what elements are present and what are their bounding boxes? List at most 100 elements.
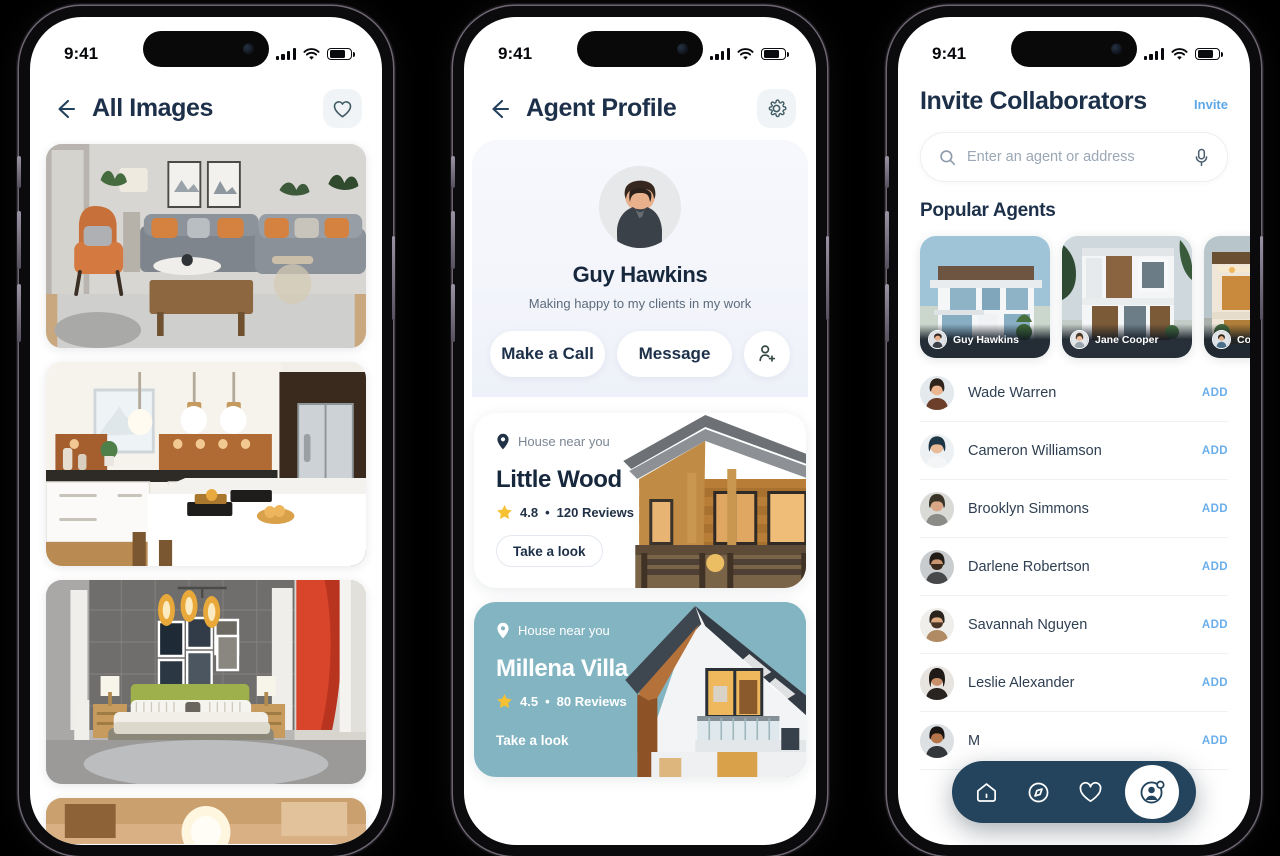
agent-name: Guy Hawkins (572, 262, 708, 287)
make-a-call-button[interactable]: Make a Call (490, 331, 605, 377)
agent-card-name: Jane Cooper (1095, 333, 1159, 346)
add-agent-button[interactable]: ADD (1202, 735, 1228, 747)
phone-3-frame: 9:41 Invite Collaborators Invite Enter a… (885, 6, 1263, 856)
phone-1-frame: 9:41 All Images (17, 6, 395, 856)
property-rating: 4.5 • 80 Reviews (496, 693, 806, 710)
mute-switch[interactable] (885, 156, 889, 188)
bottom-navigation-bar (952, 761, 1196, 823)
star-icon (497, 504, 512, 520)
take-a-look-button[interactable]: Take a look (496, 535, 603, 567)
list-item[interactable]: Savannah Nguyen ADD (920, 596, 1228, 654)
list-item[interactable]: Leslie Alexander ADD (920, 654, 1228, 712)
front-camera-icon (677, 43, 688, 55)
power-button[interactable] (825, 236, 829, 320)
nav-home-button[interactable] (969, 775, 1003, 809)
location-pin-icon (497, 433, 509, 450)
avatar (920, 724, 954, 758)
power-button[interactable] (1259, 236, 1263, 320)
agent-card-name: Cody Fis (1237, 333, 1250, 346)
property-card-millena-villa[interactable]: House near you Millena Villa 4.5 • 80 Re… (474, 602, 806, 777)
add-agent-button[interactable]: ADD (1202, 677, 1228, 689)
list-item[interactable]: Brooklyn Simmons ADD (920, 480, 1228, 538)
dynamic-island (577, 31, 703, 67)
avatar (1212, 330, 1231, 349)
volume-down-button[interactable] (17, 284, 21, 342)
back-arrow-icon[interactable] (486, 96, 512, 122)
volume-up-button[interactable] (17, 211, 21, 269)
avatar (920, 434, 954, 468)
battery-icon (327, 47, 355, 61)
page-title: All Images (92, 94, 214, 122)
agent-search-field[interactable] (920, 132, 1228, 182)
invite-header: Invite Collaborators Invite (920, 87, 1228, 116)
add-agent-button[interactable]: ADD (1202, 619, 1228, 631)
list-item[interactable]: Wade Warren ADD (920, 364, 1228, 422)
take-a-look-button[interactable]: Take a look (496, 724, 585, 756)
proximity-text: House near you (518, 434, 610, 449)
add-agent-button[interactable]: ADD (1202, 387, 1228, 399)
home-icon (976, 782, 996, 802)
avatar (928, 330, 947, 349)
phone-1-screen: 9:41 All Images (30, 17, 382, 845)
avatar (920, 492, 954, 526)
volume-up-button[interactable] (451, 211, 455, 269)
popular-agents-carousel[interactable]: Guy Hawkins Jane Cooper Co (920, 236, 1250, 358)
mute-switch[interactable] (451, 156, 455, 188)
proximity-label: House near you (496, 433, 806, 450)
cellular-bars-icon (275, 48, 296, 60)
phone-mockup-stage: 9:41 All Images 9:41 Agent Profile Guy H… (0, 0, 1280, 856)
back-arrow-icon[interactable] (52, 96, 78, 122)
agent-name: Savannah Nguyen (968, 617, 1088, 633)
gallery-item-bedroom[interactable] (46, 580, 366, 784)
agent-profile-card: Guy Hawkins Making happy to my clients i… (472, 140, 808, 397)
star-icon (497, 693, 512, 709)
page-title: Agent Profile (526, 94, 677, 122)
mute-switch[interactable] (17, 156, 21, 188)
agent-name: Leslie Alexander (968, 675, 1075, 691)
proximity-label: House near you (496, 622, 806, 639)
volume-down-button[interactable] (451, 284, 455, 342)
phone-2-body: Agent Profile Guy Hawkins Making happy t… (464, 75, 816, 845)
battery-icon (761, 47, 789, 61)
popular-agent-card[interactable]: Guy Hawkins (920, 236, 1050, 358)
add-person-button[interactable] (744, 331, 790, 377)
gallery-item-partial[interactable] (46, 798, 366, 844)
agent-card-caption: Jane Cooper (1062, 324, 1192, 358)
popular-agent-card[interactable]: Jane Cooper (1062, 236, 1192, 358)
gear-icon (768, 99, 787, 118)
gallery-item-kitchen[interactable] (46, 362, 366, 566)
volume-down-button[interactable] (885, 284, 889, 342)
profile-add-icon (1140, 780, 1165, 803)
agent-name: M (968, 733, 981, 749)
avatar (920, 666, 954, 700)
agent-name: Wade Warren (968, 385, 1057, 401)
popular-agent-card[interactable]: Cody Fis (1204, 236, 1250, 358)
property-card-little-wood[interactable]: House near you Little Wood 4.8 • 120 Rev… (474, 413, 806, 588)
wifi-icon (737, 47, 754, 60)
gallery-item-living-room[interactable] (46, 144, 366, 348)
message-button[interactable]: Message (617, 331, 732, 377)
search-input[interactable] (967, 149, 1183, 165)
favorites-button[interactable] (323, 89, 362, 128)
search-icon (940, 149, 956, 165)
phone-3-body: Invite Collaborators Invite Popular Agen… (898, 75, 1250, 845)
list-item[interactable]: Cameron Williamson ADD (920, 422, 1228, 480)
phone-3-screen: 9:41 Invite Collaborators Invite Enter a… (898, 17, 1250, 845)
nav-favorites-button[interactable] (1073, 775, 1107, 809)
property-rating: 4.8 • 120 Reviews (496, 504, 806, 521)
nav-explore-button[interactable] (1021, 775, 1055, 809)
agent-name: Brooklyn Simmons (968, 501, 1089, 517)
add-agent-button[interactable]: ADD (1202, 445, 1228, 457)
agent-card-caption: Guy Hawkins (920, 324, 1050, 358)
power-button[interactable] (391, 236, 395, 320)
list-item[interactable]: Darlene Robertson ADD (920, 538, 1228, 596)
invite-link[interactable]: Invite (1194, 97, 1228, 112)
rating-separator: • (545, 694, 550, 709)
microphone-icon[interactable] (1194, 148, 1209, 167)
agent-card-caption: Cody Fis (1204, 324, 1250, 358)
add-agent-button[interactable]: ADD (1202, 503, 1228, 515)
add-agent-button[interactable]: ADD (1202, 561, 1228, 573)
nav-profile-button[interactable] (1125, 765, 1179, 819)
settings-button[interactable] (757, 89, 796, 128)
volume-up-button[interactable] (885, 211, 889, 269)
